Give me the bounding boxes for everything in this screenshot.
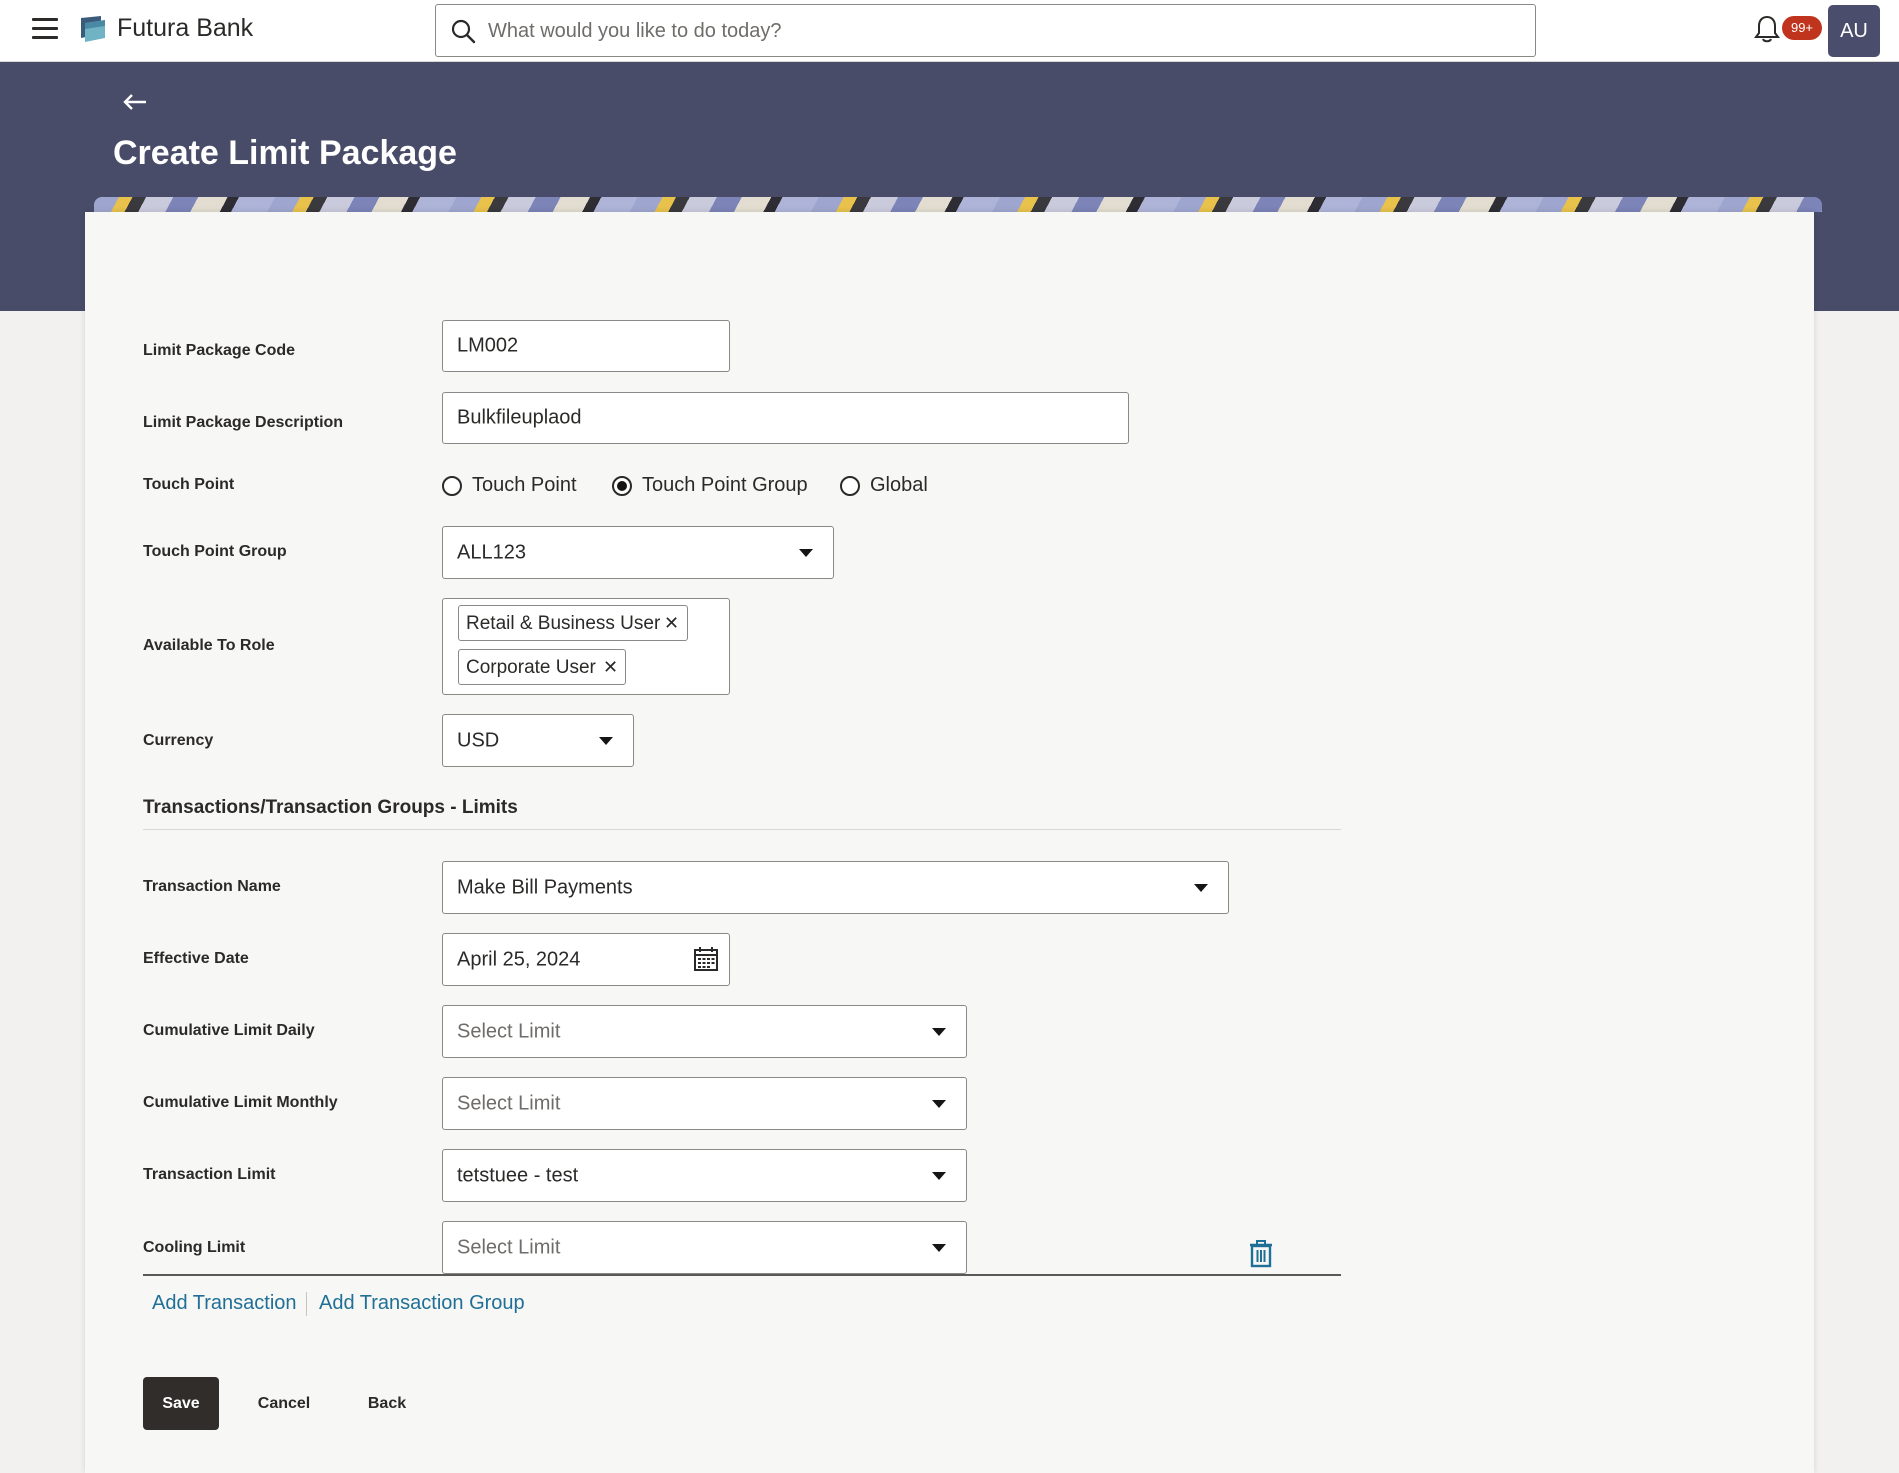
chevron-down-icon [932,1099,946,1108]
touch-point-group-select[interactable]: ALL123 [442,526,834,579]
cooling-limit-placeholder: Select Limit [457,1236,561,1258]
brand-name: Futura Bank [117,14,254,42]
limit-package-description-input[interactable]: Bulkfileuplaod [442,392,1129,444]
transaction-limit-label: Transaction Limit [143,1166,276,1183]
hamburger-menu-icon[interactable] [32,18,58,40]
radio-global-label: Global [870,474,928,496]
radio-touch-point-group-label: Touch Point Group [642,474,808,496]
limit-package-description-label: Limit Package Description [143,414,344,431]
back-arrow-icon[interactable] [122,92,148,112]
page-title: Create Limit Package [113,134,457,172]
top-header: Futura Bank 99+ AU [0,0,1899,62]
transaction-name-label: Transaction Name [143,878,281,895]
radio-circle [840,476,860,496]
back-button[interactable]: Back [356,1377,418,1430]
transaction-limit-value: tetstuee - test [457,1164,579,1186]
section-divider [143,829,1341,830]
transaction-name-value: Make Bill Payments [457,876,633,898]
available-to-role-label: Available To Role [143,637,275,654]
effective-date-value: April 25, 2024 [457,948,581,970]
remove-chip-icon[interactable]: ✕ [664,613,679,634]
cumulative-limit-monthly-label: Cumulative Limit Monthly [143,1094,338,1111]
effective-date-input[interactable]: April 25, 2024 [442,933,730,986]
cooling-limit-label: Cooling Limit [143,1239,246,1256]
limit-package-code-label: Limit Package Code [143,342,296,359]
limit-package-description-value: Bulkfileuplaod [457,406,582,429]
link-separator [306,1292,307,1316]
transaction-name-select[interactable]: Make Bill Payments [442,861,1229,914]
global-search[interactable] [435,4,1536,57]
chevron-down-icon [932,1171,946,1180]
calendar-icon[interactable] [693,946,719,972]
touch-point-group-label: Touch Point Group [143,543,287,560]
radio-circle-selected [612,476,632,496]
transaction-limit-select[interactable]: tetstuee - test [442,1149,967,1202]
cancel-button[interactable]: Cancel [248,1377,320,1430]
limits-section-title: Transactions/Transaction Groups - Limits [143,797,518,818]
limit-package-code-input[interactable]: LM002 [442,320,730,372]
chevron-down-icon [1194,883,1208,892]
radio-touch-point-label: Touch Point [472,474,577,496]
cumulative-limit-daily-label: Cumulative Limit Daily [143,1022,315,1039]
role-chip: Retail & Business User ✕ [458,605,688,641]
remove-chip-icon[interactable]: ✕ [603,657,618,678]
available-to-role-multiselect[interactable]: Retail & Business User ✕ Corporate User … [442,598,730,695]
chevron-down-icon [799,548,813,557]
radio-circle [442,476,462,496]
currency-value: USD [457,729,500,751]
row-divider [143,1274,1341,1276]
cumulative-limit-monthly-select[interactable]: Select Limit [442,1077,967,1130]
bank-logo-icon [81,16,105,42]
limit-package-code-value: LM002 [457,334,519,357]
add-transaction-group-link[interactable]: Add Transaction Group [319,1292,525,1315]
add-transaction-link[interactable]: Add Transaction [152,1292,297,1315]
notification-count-badge: 99+ [1782,16,1822,40]
role-chip-label: Corporate User [466,657,596,678]
chevron-down-icon [932,1027,946,1036]
cumulative-limit-daily-placeholder: Select Limit [457,1020,561,1042]
role-chip: Corporate User ✕ [458,649,626,685]
currency-label: Currency [143,732,214,749]
search-input[interactable] [488,13,1518,49]
user-avatar[interactable]: AU [1828,5,1880,57]
cumulative-limit-monthly-placeholder: Select Limit [457,1092,561,1114]
effective-date-label: Effective Date [143,950,249,967]
notification-bell-icon[interactable] [1753,14,1781,44]
chevron-down-icon [932,1243,946,1252]
touch-point-group-value: ALL123 [457,541,526,563]
delete-trash-icon[interactable] [1248,1240,1274,1268]
decorative-banner-strip [94,197,1822,212]
touch-point-label: Touch Point [143,476,235,493]
cooling-limit-select[interactable]: Select Limit [442,1221,967,1274]
cumulative-limit-daily-select[interactable]: Select Limit [442,1005,967,1058]
role-chip-label: Retail & Business User [466,613,661,634]
currency-select[interactable]: USD [442,714,634,767]
chevron-down-icon [599,736,613,745]
save-button[interactable]: Save [143,1377,219,1430]
search-icon [451,19,476,44]
